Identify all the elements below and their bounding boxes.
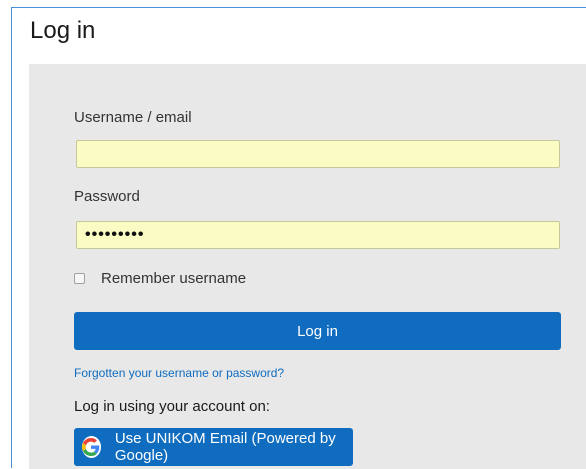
remember-username-checkbox[interactable] xyxy=(74,272,85,284)
username-label: Username / email xyxy=(74,109,192,126)
google-icon xyxy=(82,436,101,458)
login-panel: Username / email Password Remember usern… xyxy=(29,64,586,469)
page-title: Log in xyxy=(30,17,96,44)
google-login-label: Use UNIKOM Email (Powered by Google) xyxy=(114,430,336,464)
login-button[interactable]: Log in xyxy=(74,312,561,350)
remember-username-row[interactable]: Remember username xyxy=(74,269,247,287)
forgot-password-link[interactable]: Forgotten your username or password? xyxy=(74,366,284,380)
alt-login-label: Log in using your account on: xyxy=(74,398,270,415)
login-frame: Log in Username / email Password Remembe… xyxy=(11,7,586,469)
username-input[interactable] xyxy=(76,140,560,168)
remember-username-label: Remember username xyxy=(101,269,247,287)
google-login-button[interactable]: Use UNIKOM Email (Powered by Google) xyxy=(74,428,353,466)
password-label: Password xyxy=(74,188,140,205)
password-input[interactable] xyxy=(76,221,560,249)
